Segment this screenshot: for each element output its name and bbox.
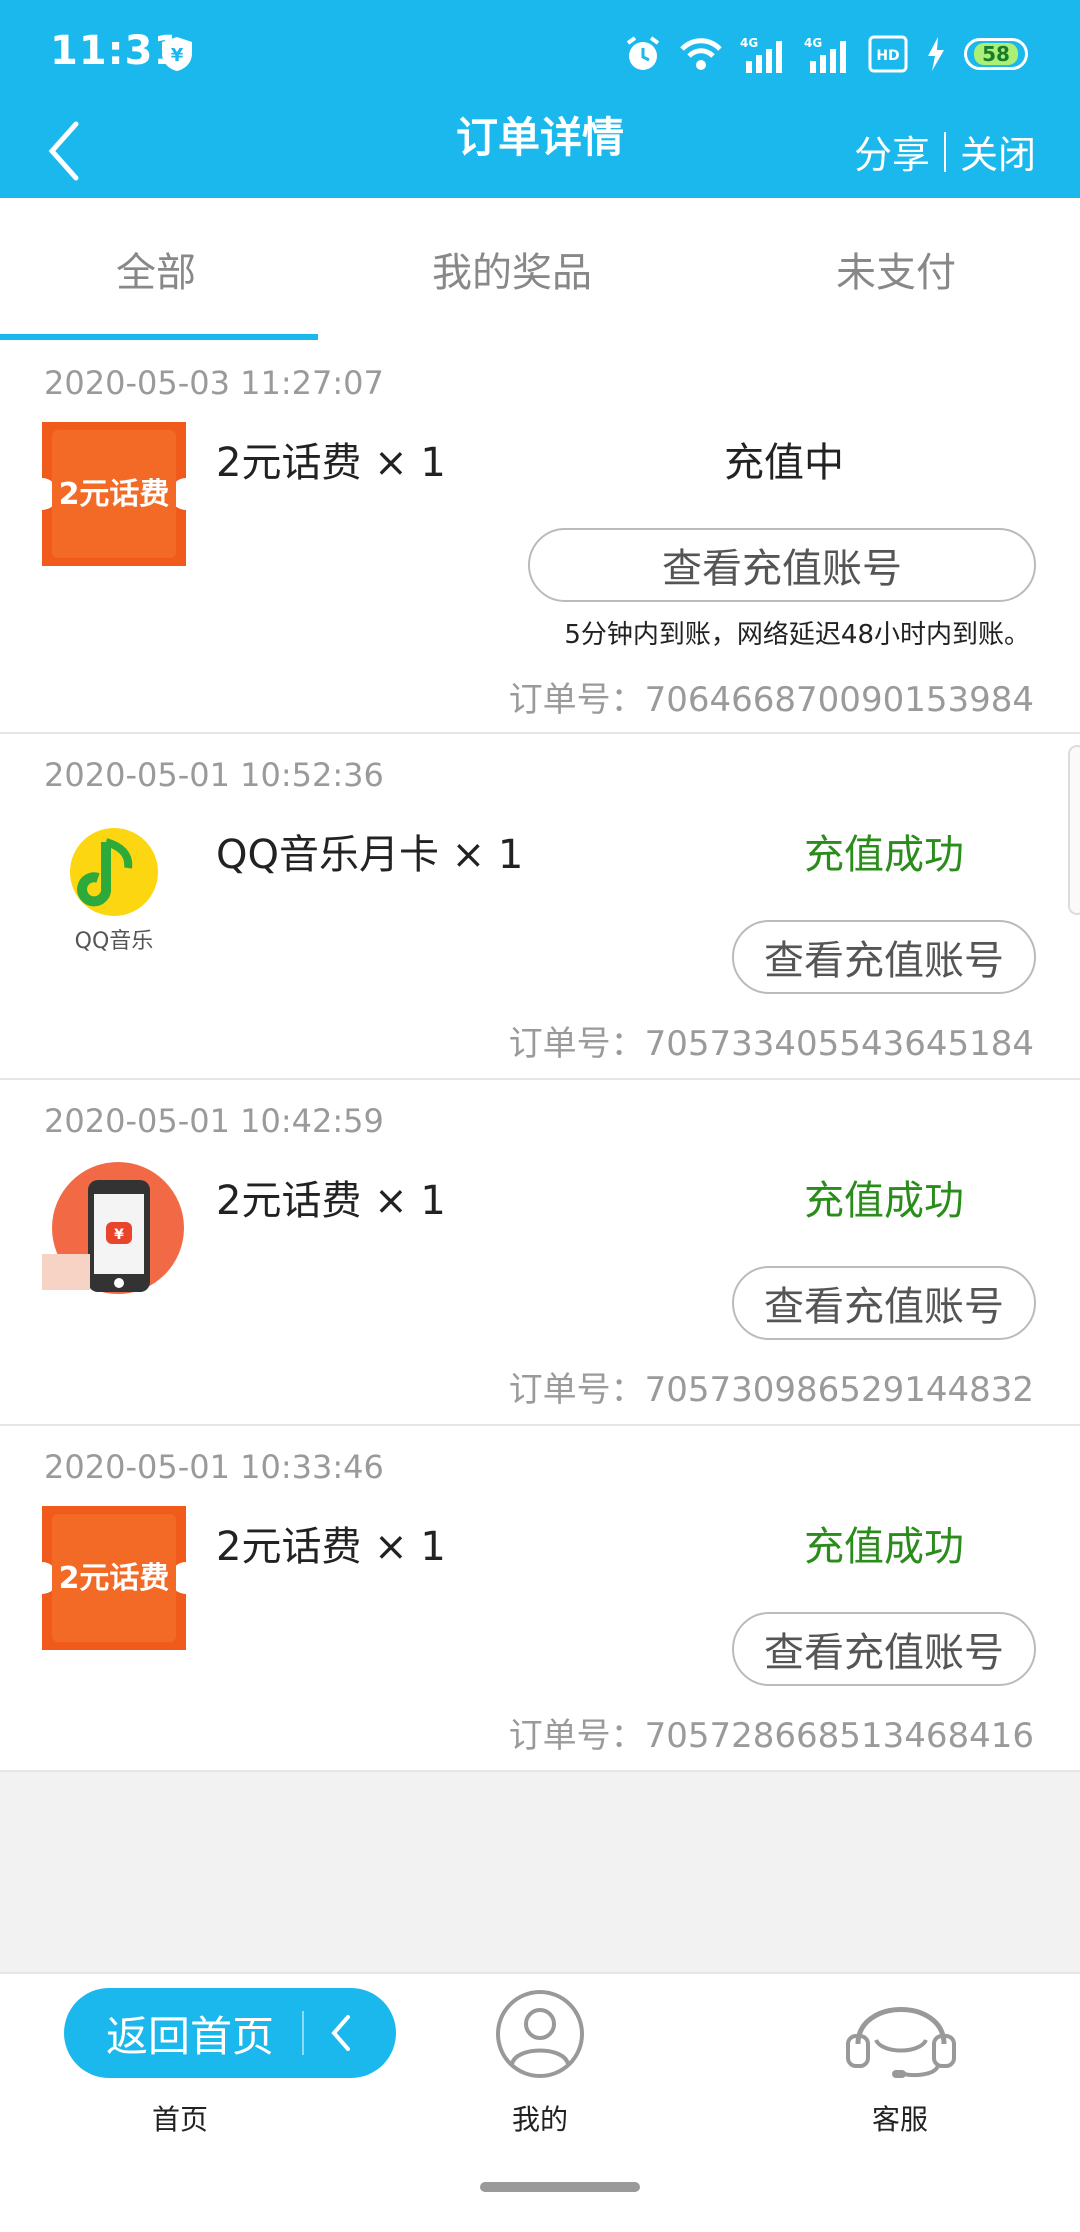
chevron-left-icon[interactable] bbox=[326, 2013, 356, 2053]
app-header: 11:31 ¥ 4G 4G HD 58 订单详情 分享 关闭 bbox=[0, 0, 1080, 198]
signal-2-icon: 4G bbox=[804, 36, 846, 73]
svg-text:HD: HD bbox=[876, 48, 899, 64]
pill-divider bbox=[302, 2011, 305, 2055]
status-bar: 11:31 ¥ 4G 4G HD 58 bbox=[0, 0, 1080, 108]
view-recharge-account-button[interactable]: 查看充值账号 bbox=[732, 1612, 1036, 1686]
alarm-icon bbox=[626, 36, 660, 70]
order-status: 充值成功 bbox=[804, 832, 964, 878]
tab-bar: 全部 我的奖品 未支付 bbox=[0, 198, 1080, 342]
signal-1-icon: 4G bbox=[740, 36, 782, 73]
charging-icon bbox=[928, 37, 944, 71]
tab-unpaid[interactable]: 未支付 bbox=[836, 240, 956, 298]
order-card: 2020-05-01 10:33:46 2元话费 2元话费 × 1 充值成功 查… bbox=[0, 1426, 1080, 1772]
phone-credit-ticket-icon: 2元话费 bbox=[42, 1506, 186, 1650]
hd-icon: HD bbox=[868, 35, 908, 73]
user-profile-icon[interactable] bbox=[494, 1988, 586, 2080]
order-date: 2020-05-01 10:33:46 bbox=[44, 1448, 384, 1486]
svg-text:2元话费: 2元话费 bbox=[59, 477, 170, 512]
phone-red-packet-icon: ¥ bbox=[42, 1162, 184, 1294]
order-number: 订单号：705733405543645184 bbox=[508, 1024, 1034, 1064]
close-button[interactable]: 关闭 bbox=[960, 124, 1036, 179]
tab-all[interactable]: 全部 bbox=[116, 240, 196, 298]
nav-bar: 订单详情 分享 关闭 bbox=[0, 108, 1080, 198]
return-home-button[interactable]: 返回首页 bbox=[64, 1988, 396, 2078]
qq-music-logo-icon: QQ音乐 bbox=[70, 828, 158, 954]
order-product-name: 2元话费 × 1 bbox=[216, 1524, 446, 1570]
order-date: 2020-05-01 10:52:36 bbox=[44, 756, 384, 794]
view-recharge-account-button[interactable]: 查看充值账号 bbox=[732, 920, 1036, 994]
order-card: 2020-05-03 11:27:07 2元话费 2元话费 × 1 充值中 查看… bbox=[0, 342, 1080, 734]
nav-service[interactable]: 客服 bbox=[872, 2098, 928, 2138]
return-home-label: 返回首页 bbox=[106, 2011, 275, 2061]
arrival-note: 5分钟内到账，网络延迟48小时内到账。 bbox=[564, 620, 1030, 650]
order-date: 2020-05-01 10:42:59 bbox=[44, 1102, 384, 1140]
order-product-name: 2元话费 × 1 bbox=[216, 440, 446, 486]
nav-mine[interactable]: 我的 bbox=[512, 2098, 568, 2138]
bottom-nav: 返回首页 首页 我的 客服 bbox=[0, 1972, 1080, 2232]
order-card: 2020-05-01 10:52:36 QQ音乐 QQ音乐月卡 × 1 充值成功… bbox=[0, 734, 1080, 1080]
nav-home[interactable]: 首页 bbox=[152, 2098, 208, 2138]
order-card: 2020-05-01 10:42:59 ¥ 2元话费 × 1 充值成功 查看充值… bbox=[0, 1080, 1080, 1426]
svg-text:2元话费: 2元话费 bbox=[59, 1561, 170, 1596]
status-icons: 4G 4G HD 58 bbox=[624, 32, 1028, 76]
tab-active-indicator bbox=[0, 334, 318, 340]
nav-actions: 分享 关闭 bbox=[854, 124, 1036, 179]
view-recharge-account-button[interactable]: 查看充值账号 bbox=[732, 1266, 1036, 1340]
home-indicator[interactable] bbox=[480, 2182, 640, 2192]
svg-text:4G: 4G bbox=[804, 36, 822, 50]
customer-service-headset-icon[interactable] bbox=[842, 1988, 960, 2080]
svg-text:4G: 4G bbox=[740, 36, 758, 50]
side-drawer-handle[interactable] bbox=[1068, 745, 1080, 915]
svg-text:¥: ¥ bbox=[171, 45, 184, 66]
battery-indicator: 58 bbox=[964, 38, 1028, 70]
order-status: 充值中 bbox=[724, 440, 844, 486]
view-recharge-account-button[interactable]: 查看充值账号 bbox=[528, 528, 1036, 602]
order-status: 充值成功 bbox=[804, 1524, 964, 1570]
wifi-icon bbox=[680, 38, 722, 70]
svg-text:QQ音乐: QQ音乐 bbox=[75, 929, 154, 954]
order-status: 充值成功 bbox=[804, 1178, 964, 1224]
order-number: 订单号：706466870090153984 bbox=[508, 680, 1034, 720]
shield-icon: ¥ bbox=[162, 37, 192, 71]
tab-my-prizes[interactable]: 我的奖品 bbox=[432, 240, 592, 298]
order-number: 订单号：705730986529144832 bbox=[508, 1370, 1034, 1410]
order-number: 订单号：705728668513468416 bbox=[508, 1716, 1034, 1756]
phone-credit-ticket-icon: 2元话费 bbox=[42, 422, 186, 566]
order-product-name: 2元话费 × 1 bbox=[216, 1178, 446, 1224]
share-button[interactable]: 分享 bbox=[854, 124, 930, 179]
nav-divider bbox=[943, 131, 946, 172]
order-date: 2020-05-03 11:27:07 bbox=[44, 364, 384, 402]
svg-text:¥: ¥ bbox=[114, 1227, 124, 1243]
order-product-name: QQ音乐月卡 × 1 bbox=[216, 832, 524, 878]
